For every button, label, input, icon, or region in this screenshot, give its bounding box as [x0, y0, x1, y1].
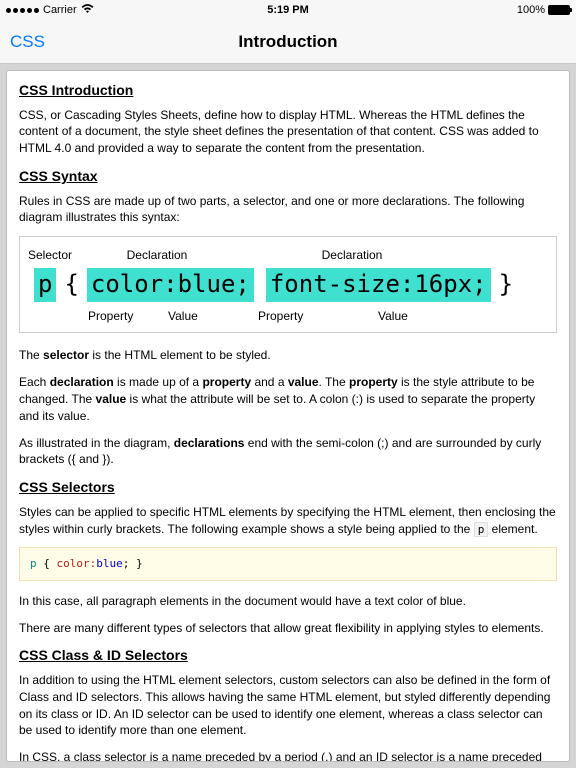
classid-p1: In addition to using the HTML element se… [19, 672, 557, 739]
diagram-label-property: Property [88, 308, 168, 325]
battery-percent: 100% [517, 4, 545, 16]
syntax-diagram: Selector Declaration Declaration p { col… [19, 236, 557, 333]
syntax-p3: Each declaration is made up of a propert… [19, 374, 557, 424]
status-time: 5:19 PM [267, 4, 309, 16]
nav-bar: CSS Introduction [0, 20, 576, 64]
signal-dots-icon [6, 8, 39, 13]
diagram-decl2: font-size:16px; [266, 268, 491, 302]
heading-classid: CSS Class & ID Selectors [19, 646, 557, 666]
page-title: Introduction [238, 32, 337, 52]
intro-p1: CSS, or Cascading Styles Sheets, define … [19, 107, 557, 157]
diagram-brace-open: { [62, 268, 80, 302]
heading-syntax: CSS Syntax [19, 167, 557, 187]
diagram-label-declaration: Declaration [242, 247, 462, 264]
selectors-p1: Styles can be applied to specific HTML e… [19, 504, 557, 538]
wifi-icon [81, 4, 94, 17]
diagram-selector: p [34, 268, 56, 302]
battery-icon [548, 5, 570, 15]
status-left: Carrier [6, 4, 94, 17]
diagram-label-selector: Selector [28, 247, 72, 264]
heading-selectors: CSS Selectors [19, 478, 557, 498]
status-bar: Carrier 5:19 PM 100% [0, 0, 576, 20]
diagram-label-declaration: Declaration [72, 247, 242, 264]
code-example-1: p { color:blue; } [19, 547, 557, 580]
syntax-p4: As illustrated in the diagram, declarati… [19, 435, 557, 469]
diagram-decl1: color:blue; [87, 268, 254, 302]
syntax-p1: Rules in CSS are made up of two parts, a… [19, 193, 557, 227]
inline-code-p: p [474, 522, 489, 537]
back-button[interactable]: CSS [10, 32, 45, 52]
diagram-label-value: Value [378, 308, 438, 325]
diagram-label-property: Property [258, 308, 378, 325]
heading-intro: CSS Introduction [19, 81, 557, 101]
status-right: 100% [517, 4, 570, 16]
diagram-label-value: Value [168, 308, 258, 325]
diagram-brace-close: } [497, 268, 515, 302]
selectors-p2: In this case, all paragraph elements in … [19, 593, 557, 610]
carrier-label: Carrier [43, 4, 77, 16]
syntax-p2: The selector is the HTML element to be s… [19, 347, 557, 364]
viewport: CSS Introduction CSS, or Cascading Style… [0, 64, 576, 768]
classid-p2: In CSS, a class selector is a name prece… [19, 749, 557, 762]
document-content[interactable]: CSS Introduction CSS, or Cascading Style… [6, 70, 570, 762]
selectors-p3: There are many different types of select… [19, 620, 557, 637]
